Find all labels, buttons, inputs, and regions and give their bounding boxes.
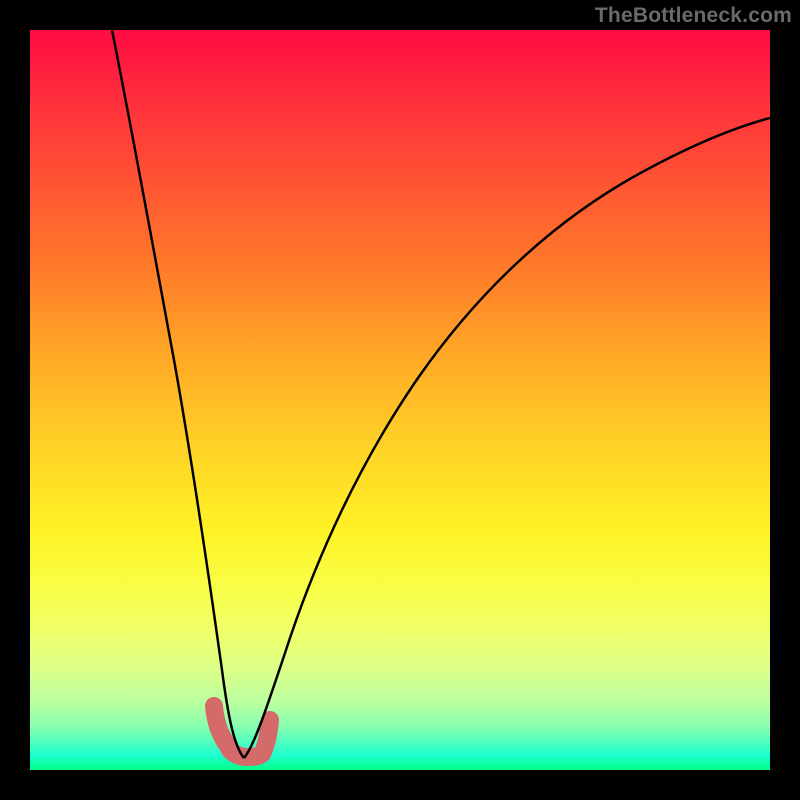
- valley-highlight: [214, 706, 270, 757]
- watermark-text: TheBottleneck.com: [595, 4, 792, 28]
- curve-layer: [30, 30, 770, 770]
- bottleneck-curve-right: [244, 118, 770, 758]
- outer-frame: TheBottleneck.com: [0, 0, 800, 800]
- bottleneck-curve-left: [112, 30, 244, 758]
- plot-area: [30, 30, 770, 770]
